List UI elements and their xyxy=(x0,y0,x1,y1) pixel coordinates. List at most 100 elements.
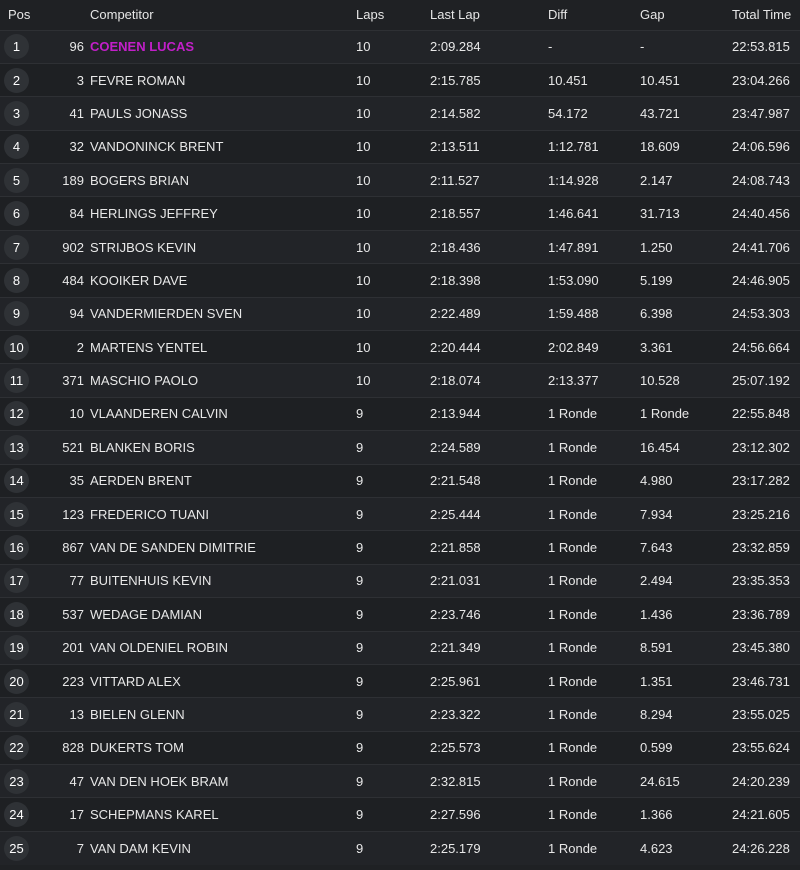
gap-value: 2.147 xyxy=(640,172,673,188)
competitor-name[interactable]: VANDERMIERDEN SVEN xyxy=(90,297,356,330)
header-gap[interactable]: Gap xyxy=(640,0,732,30)
position-cell: 2 xyxy=(0,63,46,96)
table-row[interactable]: 6 84 HERLINGS JEFFREY 10 2:18.557 1:46.6… xyxy=(0,196,800,231)
gap-value: 7.934 xyxy=(640,506,673,522)
position-cell: 14 xyxy=(0,464,46,497)
competitor-name[interactable]: VLAANDEREN CALVIN xyxy=(90,397,356,430)
competitor-name[interactable]: BLANKEN BORIS xyxy=(90,431,356,464)
last-lap-value: 2:25.444 xyxy=(430,506,481,522)
header-total-time[interactable]: Total Time xyxy=(732,0,800,30)
competitor-name[interactable]: MASCHIO PAOLO xyxy=(90,364,356,397)
position-cell: 1 xyxy=(0,30,46,63)
table-row[interactable]: 7 902 STRIJBOS KEVIN 10 2:18.436 1:47.89… xyxy=(0,230,800,264)
position-badge: 8 xyxy=(4,267,29,293)
competitor-name[interactable]: BIELEN GLENN xyxy=(90,698,356,731)
competitor-name[interactable]: FEVRE ROMAN xyxy=(90,63,356,96)
competitor-name[interactable]: HERLINGS JEFFREY xyxy=(90,197,356,230)
race-number: 867 xyxy=(62,540,84,556)
laps-value: 10 xyxy=(356,172,371,188)
competitor-name[interactable]: VAN DE SANDEN DIMITRIE xyxy=(90,531,356,564)
table-row[interactable]: 14 35 AERDEN BRENT 9 2:21.548 1 Ronde 4.… xyxy=(0,464,800,498)
competitor-name[interactable]: PAULS JONASS xyxy=(90,97,356,130)
diff-value: 1 Ronde xyxy=(548,406,598,422)
laps-value: 9 xyxy=(356,606,364,622)
competitor-name[interactable]: VAN DEN HOEK BRAM xyxy=(90,765,356,798)
diff-value: 1:14.928 xyxy=(548,172,599,188)
header-diff[interactable]: Diff xyxy=(548,0,640,30)
race-number: 2 xyxy=(76,339,84,355)
laps-value: 10 xyxy=(356,206,371,222)
table-row[interactable]: 3 41 PAULS JONASS 10 2:14.582 54.172 43.… xyxy=(0,96,800,131)
table-row[interactable]: 11 371 MASCHIO PAOLO 10 2:18.074 2:13.37… xyxy=(0,363,800,398)
laps-value: 10 xyxy=(356,306,371,322)
competitor-name[interactable]: BUITENHUIS KEVIN xyxy=(90,564,356,597)
gap-value: 6.398 xyxy=(640,306,673,322)
table-row[interactable]: 22 828 DUKERTS TOM 9 2:25.573 1 Ronde 0.… xyxy=(0,731,800,765)
laps-value: 9 xyxy=(356,773,364,789)
last-lap-value: 2:23.746 xyxy=(430,606,481,622)
competitor-name[interactable]: VAN OLDENIEL ROBIN xyxy=(90,631,356,664)
table-row[interactable]: 13 521 BLANKEN BORIS 9 2:24.589 1 Ronde … xyxy=(0,430,800,465)
competitor-name[interactable]: SCHEPMANS KAREL xyxy=(90,798,356,831)
position-cell: 6 xyxy=(0,197,46,230)
race-number: 77 xyxy=(69,573,84,589)
table-row[interactable]: 18 537 WEDAGE DAMIAN 9 2:23.746 1 Ronde … xyxy=(0,597,800,632)
position-badge: 12 xyxy=(4,401,29,427)
table-row[interactable]: 20 223 VITTARD ALEX 9 2:25.961 1 Ronde 1… xyxy=(0,664,800,698)
table-row[interactable]: 25 7 VAN DAM KEVIN 9 2:25.179 1 Ronde 4.… xyxy=(0,831,800,865)
table-row[interactable]: 5 189 BOGERS BRIAN 10 2:11.527 1:14.928 … xyxy=(0,163,800,197)
gap-value: 10.451 xyxy=(640,72,680,88)
table-row[interactable]: 9 94 VANDERMIERDEN SVEN 10 2:22.489 1:59… xyxy=(0,297,800,331)
gap-value: 43.721 xyxy=(640,105,680,121)
competitor-name[interactable]: COENEN LUCAS xyxy=(90,30,356,63)
race-number: 371 xyxy=(62,373,84,389)
position-badge: 4 xyxy=(4,134,29,160)
competitor-name[interactable]: KOOIKER DAVE xyxy=(90,264,356,297)
laps-value: 9 xyxy=(356,740,364,756)
table-row[interactable]: 19 201 VAN OLDENIEL ROBIN 9 2:21.349 1 R… xyxy=(0,631,800,665)
last-lap-value: 2:13.944 xyxy=(430,406,481,422)
header-competitor[interactable]: Competitor xyxy=(90,0,356,30)
table-row[interactable]: 23 47 VAN DEN HOEK BRAM 9 2:32.815 1 Ron… xyxy=(0,764,800,798)
competitor-name[interactable]: WEDAGE DAMIAN xyxy=(90,598,356,631)
table-row[interactable]: 15 123 FREDERICO TUANI 9 2:25.444 1 Rond… xyxy=(0,497,800,531)
competitor-name[interactable]: VAN DAM KEVIN xyxy=(90,831,356,864)
table-row[interactable]: 2 3 FEVRE ROMAN 10 2:15.785 10.451 10.45… xyxy=(0,63,800,97)
competitor-name[interactable]: AERDEN BRENT xyxy=(90,464,356,497)
diff-value: 1 Ronde xyxy=(548,506,598,522)
position-badge: 10 xyxy=(4,334,29,360)
table-row[interactable]: 17 77 BUITENHUIS KEVIN 9 2:21.031 1 Rond… xyxy=(0,564,800,598)
competitor-name[interactable]: VITTARD ALEX xyxy=(90,664,356,697)
gap-value: 16.454 xyxy=(640,439,680,455)
competitor-name[interactable]: MARTENS YENTEL xyxy=(90,331,356,364)
header-pos[interactable]: Pos xyxy=(0,0,46,30)
laps-value: 10 xyxy=(356,39,371,55)
table-row[interactable]: 1 96 COENEN LUCAS 10 2:09.284 - - 22:53.… xyxy=(0,30,800,64)
table-row[interactable]: 21 13 BIELEN GLENN 9 2:23.322 1 Ronde 8.… xyxy=(0,697,800,732)
table-row[interactable]: 12 10 VLAANDEREN CALVIN 9 2:13.944 1 Ron… xyxy=(0,397,800,431)
laps-value: 9 xyxy=(356,506,364,522)
competitor-name[interactable]: FREDERICO TUANI xyxy=(90,497,356,530)
table-row[interactable]: 16 867 VAN DE SANDEN DIMITRIE 9 2:21.858… xyxy=(0,530,800,565)
total-time-value: 22:53.815 xyxy=(732,39,790,55)
race-number: 902 xyxy=(62,239,84,255)
competitor-name[interactable]: DUKERTS TOM xyxy=(90,731,356,764)
table-row[interactable]: 10 2 MARTENS YENTEL 10 2:20.444 2:02.849… xyxy=(0,330,800,364)
laps-value: 9 xyxy=(356,707,364,722)
header-laps[interactable]: Laps xyxy=(356,0,430,30)
total-time-value: 24:06.596 xyxy=(732,139,790,155)
race-number: 7 xyxy=(76,840,84,856)
table-row[interactable]: 4 32 VANDONINCK BRENT 10 2:13.511 1:12.7… xyxy=(0,130,800,164)
laps-value: 9 xyxy=(356,807,364,823)
race-number: 47 xyxy=(69,773,84,789)
position-cell: 17 xyxy=(0,564,46,597)
last-lap-value: 2:21.548 xyxy=(430,473,481,489)
table-row[interactable]: 8 484 KOOIKER DAVE 10 2:18.398 1:53.090 … xyxy=(0,263,800,298)
header-last-lap[interactable]: Last Lap xyxy=(430,0,548,30)
competitor-name[interactable]: BOGERS BRIAN xyxy=(90,164,356,197)
competitor-name[interactable]: STRIJBOS KEVIN xyxy=(90,230,356,263)
competitor-name[interactable]: VANDONINCK BRENT xyxy=(90,130,356,163)
table-row[interactable]: 24 17 SCHEPMANS KAREL 9 2:27.596 1 Ronde… xyxy=(0,797,800,832)
total-time-value: 23:46.731 xyxy=(732,673,790,689)
gap-value: 1.436 xyxy=(640,606,673,622)
